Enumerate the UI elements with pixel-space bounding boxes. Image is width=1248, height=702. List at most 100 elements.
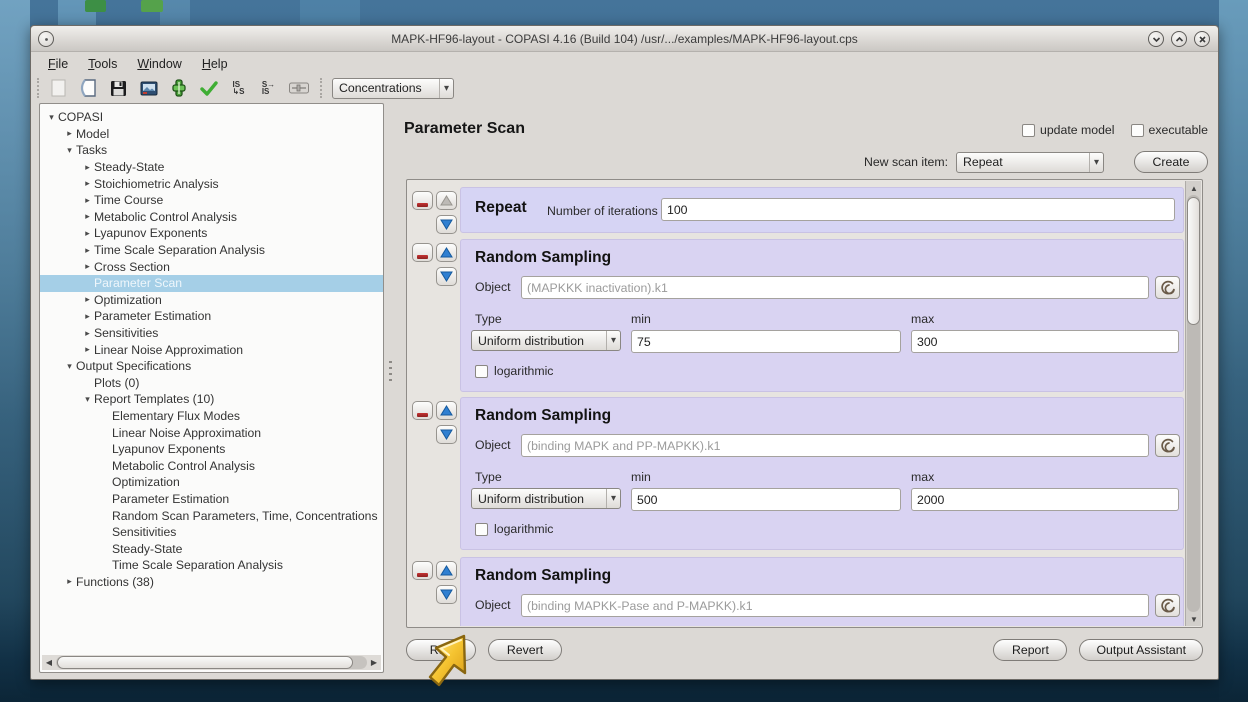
new-file-button[interactable]	[45, 76, 72, 100]
initial-to-state-button[interactable]: IS ↳S	[225, 76, 252, 100]
concentrations-combobox[interactable]: Concentrations ▾	[332, 78, 454, 99]
expanded-arrow-icon[interactable]: ▾	[81, 394, 94, 405]
tree-item-steady-state[interactable]: Steady-State	[40, 540, 383, 557]
tree-item-parameter-estimation[interactable]: Parameter Estimation	[40, 491, 383, 508]
remove-item-button[interactable]	[412, 561, 433, 580]
minimize-button[interactable]	[1148, 31, 1164, 47]
tree-item-parameter-estimation[interactable]: ▸Parameter Estimation	[40, 308, 383, 325]
scroll-up-icon[interactable]: ▲	[1186, 181, 1202, 195]
distribution-combobox[interactable]: Uniform distribution ▾	[471, 330, 621, 351]
collapsed-arrow-icon[interactable]: ▸	[81, 245, 94, 256]
min-input[interactable]	[631, 488, 901, 511]
tree-item-tasks[interactable]: ▾Tasks	[40, 142, 383, 159]
tree-item-time-scale-separation-analysis[interactable]: ▸Time Scale Separation Analysis	[40, 242, 383, 259]
panel-splitter[interactable]	[386, 103, 395, 673]
tree-item-sensitivities[interactable]: ▸Sensitivities	[40, 325, 383, 342]
distribution-combobox[interactable]: Uniform distribution ▾	[471, 488, 621, 509]
move-down-button[interactable]	[436, 585, 457, 604]
expanded-arrow-icon[interactable]: ▾	[63, 361, 76, 372]
move-up-button[interactable]	[436, 243, 457, 262]
move-down-button[interactable]	[436, 267, 457, 286]
max-input[interactable]	[911, 488, 1179, 511]
remove-item-button[interactable]	[412, 243, 433, 262]
toolbar-grip[interactable]	[37, 78, 42, 98]
tree-item-lyapunov-exponents[interactable]: ▸Lyapunov Exponents	[40, 225, 383, 242]
move-up-button[interactable]	[436, 401, 457, 420]
output-assistant-button[interactable]: Output Assistant	[1079, 639, 1203, 661]
tree-item-optimization[interactable]: ▸Optimization	[40, 292, 383, 309]
update-model-checkbox[interactable]	[1022, 124, 1035, 137]
tree-item-optimization[interactable]: Optimization	[40, 474, 383, 491]
collapsed-arrow-icon[interactable]: ▸	[81, 294, 94, 305]
move-up-button[interactable]	[436, 191, 457, 210]
tree-item-random-scan-parameters-time-concentrations[interactable]: Random Scan Parameters, Time, Concentrat…	[40, 507, 383, 524]
collapsed-arrow-icon[interactable]: ▸	[63, 576, 76, 587]
collapsed-arrow-icon[interactable]: ▸	[81, 162, 94, 173]
slider-tool-button[interactable]	[285, 76, 312, 100]
object-input[interactable]	[521, 594, 1149, 617]
collapsed-arrow-icon[interactable]: ▸	[63, 128, 76, 139]
collapsed-arrow-icon[interactable]: ▸	[81, 211, 94, 222]
expanded-arrow-icon[interactable]: ▾	[45, 112, 58, 123]
report-button[interactable]: Report	[993, 639, 1067, 661]
run-button[interactable]: Run	[406, 639, 476, 661]
move-down-button[interactable]	[436, 425, 457, 444]
menu-file[interactable]: File	[39, 55, 77, 73]
collapsed-arrow-icon[interactable]: ▸	[81, 228, 94, 239]
tree-item-functions-38[interactable]: ▸Functions (38)	[40, 574, 383, 591]
object-input[interactable]	[521, 276, 1149, 299]
tree-item-stoichiometric-analysis[interactable]: ▸Stoichiometric Analysis	[40, 175, 383, 192]
revert-button[interactable]: Revert	[488, 639, 562, 661]
create-button[interactable]: Create	[1134, 151, 1208, 173]
apply-button[interactable]	[195, 76, 222, 100]
scroll-down-icon[interactable]: ▼	[1186, 612, 1202, 626]
scan-vertical-scrollbar[interactable]: ▲ ▼	[1185, 181, 1201, 626]
save-button[interactable]	[105, 76, 132, 100]
tree-item-output-specifications[interactable]: ▾Output Specifications	[40, 358, 383, 375]
tree-item-steady-state[interactable]: ▸Steady-State	[40, 159, 383, 176]
tree-item-sensitivities[interactable]: Sensitivities	[40, 524, 383, 541]
select-object-button[interactable]	[1155, 594, 1180, 617]
scrollbar-thumb[interactable]	[1187, 197, 1200, 325]
iterations-input[interactable]	[661, 198, 1175, 221]
collapsed-arrow-icon[interactable]: ▸	[81, 328, 94, 339]
tree-item-lyapunov-exponents[interactable]: Lyapunov Exponents	[40, 441, 383, 458]
export-image-button[interactable]	[135, 76, 162, 100]
tree-item-model[interactable]: ▸Model	[40, 126, 383, 143]
expanded-arrow-icon[interactable]: ▾	[63, 145, 76, 156]
object-input[interactable]	[521, 434, 1149, 457]
tree-item-linear-noise-approximation[interactable]: ▸Linear Noise Approximation	[40, 341, 383, 358]
collapsed-arrow-icon[interactable]: ▸	[81, 311, 94, 322]
tree-item-cross-section[interactable]: ▸Cross Section	[40, 258, 383, 275]
tree-item-linear-noise-approximation[interactable]: Linear Noise Approximation	[40, 424, 383, 441]
collapsed-arrow-icon[interactable]: ▸	[81, 195, 94, 206]
executable-checkbox[interactable]	[1131, 124, 1144, 137]
open-file-button[interactable]	[75, 76, 102, 100]
export-sbml-button[interactable]	[165, 76, 192, 100]
tree-item-copasi[interactable]: ▾COPASI	[40, 109, 383, 126]
close-button[interactable]	[1194, 31, 1210, 47]
tree-item-metabolic-control-analysis[interactable]: ▸Metabolic Control Analysis	[40, 209, 383, 226]
move-up-button[interactable]	[436, 561, 457, 580]
scroll-left-icon[interactable]: ◀	[42, 655, 56, 670]
tree-item-report-templates-10[interactable]: ▾Report Templates (10)	[40, 391, 383, 408]
tree-item-time-scale-separation-analysis[interactable]: Time Scale Separation Analysis	[40, 557, 383, 574]
remove-item-button[interactable]	[412, 401, 433, 420]
new-scan-item-combobox[interactable]: Repeat ▾	[956, 152, 1104, 173]
logarithmic-checkbox[interactable]	[475, 523, 488, 536]
scrollbar-thumb[interactable]	[57, 656, 353, 669]
max-input[interactable]	[911, 330, 1179, 353]
tree-horizontal-scrollbar[interactable]: ◀ ▶	[42, 655, 381, 670]
collapsed-arrow-icon[interactable]: ▸	[81, 178, 94, 189]
scrollbar-track[interactable]	[56, 656, 367, 669]
tree-item-time-course[interactable]: ▸Time Course	[40, 192, 383, 209]
tree-item-metabolic-control-analysis[interactable]: Metabolic Control Analysis	[40, 457, 383, 474]
tree-item-plots-0[interactable]: Plots (0)	[40, 375, 383, 392]
maximize-button[interactable]	[1171, 31, 1187, 47]
menu-window[interactable]: Window	[128, 55, 190, 73]
menu-help[interactable]: Help	[193, 55, 237, 73]
move-down-button[interactable]	[436, 215, 457, 234]
remove-item-button[interactable]	[412, 191, 433, 210]
scroll-right-icon[interactable]: ▶	[367, 655, 381, 670]
scrollbar-track[interactable]	[1187, 195, 1200, 612]
